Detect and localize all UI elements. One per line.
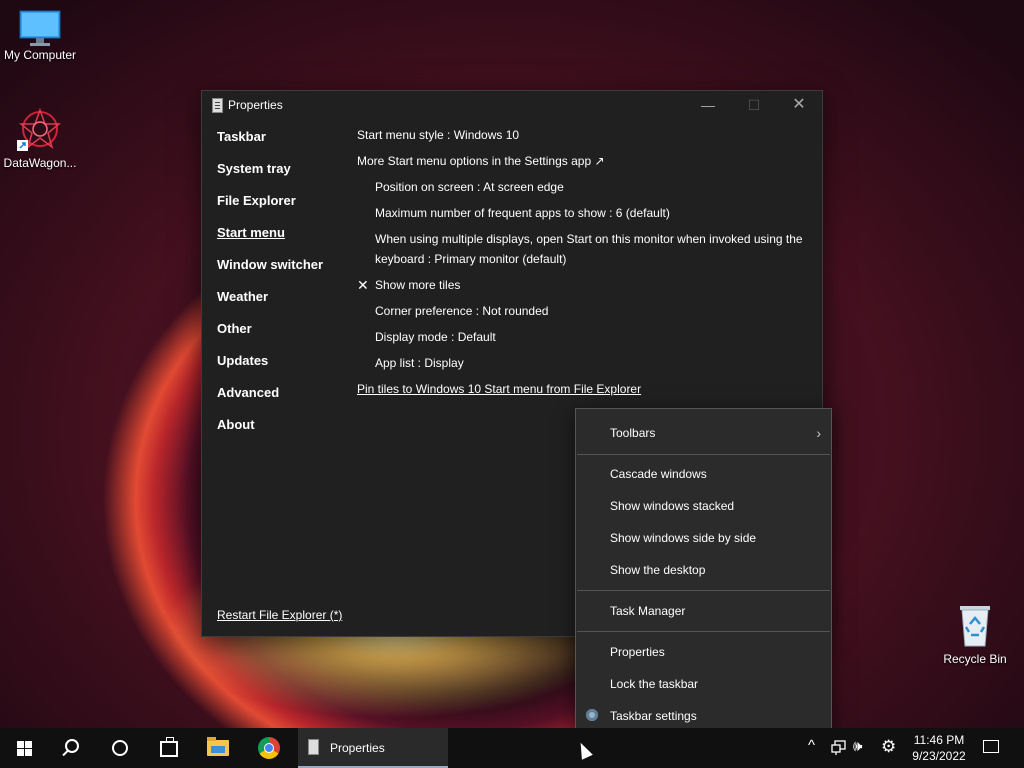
menu-item-label: Show windows side by side: [610, 531, 757, 545]
notification-center-icon[interactable]: [983, 740, 999, 753]
menu-item-cascade[interactable]: Cascade windows: [576, 458, 831, 490]
minimize-button[interactable]: —: [685, 91, 731, 119]
task-view-button[interactable]: [144, 728, 192, 768]
setting-more-options-link[interactable]: More Start menu options in the Settings …: [357, 151, 807, 171]
setting-show-more-tiles[interactable]: ✕ Show more tiles: [357, 275, 807, 295]
desktop-icon-label: DataWagon...: [3, 156, 77, 170]
menu-separator: [577, 631, 830, 632]
datawagon-logo-icon: [17, 106, 63, 152]
clock-date: 9/23/2022: [912, 749, 966, 763]
cortana-circle-icon: [112, 740, 128, 756]
restart-explorer-link[interactable]: Restart File Explorer (*): [217, 608, 342, 622]
taskbar: Properties ^ 🕪 ⚙ 11:46 PM 9/23/2022: [0, 728, 1024, 768]
clock-time: 11:46 PM: [913, 733, 965, 747]
taskbar-context-menu: Toolbars › Cascade windows Show windows …: [575, 408, 832, 742]
desktop-icon-my-computer[interactable]: My Computer: [0, 10, 80, 62]
settings-content: Start menu style : Windows 10 More Start…: [357, 125, 807, 405]
maximize-button[interactable]: ☐: [731, 91, 777, 119]
desktop-icon-label: Recycle Bin: [943, 652, 1007, 666]
menu-item-show-desktop[interactable]: Show the desktop: [576, 554, 831, 586]
menu-separator: [577, 590, 830, 591]
nav-item-about[interactable]: About: [217, 417, 347, 449]
nav-item-other[interactable]: Other: [217, 321, 347, 353]
menu-item-label: Show windows stacked: [610, 499, 735, 513]
setting-display-mode[interactable]: Display mode : Default: [357, 327, 807, 347]
nav-item-start-menu[interactable]: Start menu: [217, 225, 347, 257]
recycle-bin-icon: [955, 602, 995, 648]
menu-item-label: Show the desktop: [610, 563, 706, 577]
volume-icon[interactable]: 🕪: [853, 738, 862, 755]
setting-start-menu-style[interactable]: Start menu style : Windows 10: [357, 125, 807, 145]
chrome-taskbar-button[interactable]: [244, 728, 292, 768]
nav-item-advanced[interactable]: Advanced: [217, 385, 347, 417]
menu-separator: [577, 454, 830, 455]
window-title: Properties: [228, 98, 283, 112]
menu-item-stacked[interactable]: Show windows stacked: [576, 490, 831, 522]
menu-item-label: Cascade windows: [610, 467, 707, 481]
settings-gear-icon[interactable]: ⚙: [881, 737, 896, 757]
show-hidden-icons-chevron-icon[interactable]: ^: [808, 737, 815, 754]
pin-tiles-link[interactable]: Pin tiles to Windows 10 Start menu from …: [357, 379, 807, 399]
nav-item-updates[interactable]: Updates: [217, 353, 347, 385]
settings-nav: Taskbar System tray File Explorer Start …: [217, 129, 347, 449]
menu-item-label: Lock the taskbar: [610, 677, 699, 691]
menu-item-side-by-side[interactable]: Show windows side by side: [576, 522, 831, 554]
desktop-icon-datawagon[interactable]: DataWagon...: [0, 106, 80, 170]
checked-icon: ✕: [357, 277, 369, 293]
properties-taskbar-button[interactable]: Properties: [298, 728, 448, 768]
nav-item-system-tray[interactable]: System tray: [217, 161, 347, 193]
properties-app-icon: [308, 739, 319, 755]
setting-multiple-displays[interactable]: When using multiple displays, open Start…: [357, 229, 807, 269]
task-view-icon: [160, 737, 178, 757]
settings-gear-icon: [586, 709, 598, 721]
menu-item-task-manager[interactable]: Task Manager: [576, 595, 831, 627]
folder-icon: [207, 737, 229, 756]
taskbar-app-label: Properties: [330, 741, 385, 755]
close-button[interactable]: ✕: [776, 91, 822, 119]
menu-item-label: Task Manager: [610, 604, 686, 618]
setting-corner-preference[interactable]: Corner preference : Not rounded: [357, 301, 807, 321]
setting-app-list[interactable]: App list : Display: [357, 353, 807, 373]
properties-app-icon: [212, 98, 223, 113]
menu-item-toolbars[interactable]: Toolbars ›: [576, 417, 831, 449]
setting-show-more-tiles-label: Show more tiles: [375, 278, 461, 292]
search-icon: [65, 739, 79, 753]
chrome-icon: [258, 737, 280, 759]
setting-position[interactable]: Position on screen : At screen edge: [357, 177, 807, 197]
nav-item-file-explorer[interactable]: File Explorer: [217, 193, 347, 225]
nav-item-window-switcher[interactable]: Window switcher: [217, 257, 347, 289]
clock[interactable]: 11:46 PM 9/23/2022: [904, 732, 974, 764]
file-explorer-taskbar-button[interactable]: [194, 728, 242, 768]
nav-item-taskbar[interactable]: Taskbar: [217, 129, 347, 161]
menu-item-properties[interactable]: Properties: [576, 636, 831, 668]
nav-item-weather[interactable]: Weather: [217, 289, 347, 321]
monitor-icon: [19, 10, 61, 46]
desktop-icon-recycle-bin[interactable]: Recycle Bin: [935, 602, 1015, 666]
desktop-icon-label: My Computer: [3, 48, 77, 62]
setting-max-frequent-apps[interactable]: Maximum number of frequent apps to show …: [357, 203, 807, 223]
cortana-button[interactable]: [96, 728, 144, 768]
menu-item-label: Properties: [610, 645, 665, 659]
search-button[interactable]: [48, 728, 96, 768]
start-button[interactable]: [0, 728, 48, 768]
menu-item-lock-taskbar[interactable]: Lock the taskbar: [576, 668, 831, 700]
window-titlebar[interactable]: Properties — ☐ ✕: [202, 91, 822, 119]
menu-item-label: Toolbars: [610, 426, 656, 440]
windows-logo-icon: [17, 741, 32, 756]
chevron-right-icon: ›: [816, 425, 821, 441]
network-icon[interactable]: [831, 740, 847, 756]
